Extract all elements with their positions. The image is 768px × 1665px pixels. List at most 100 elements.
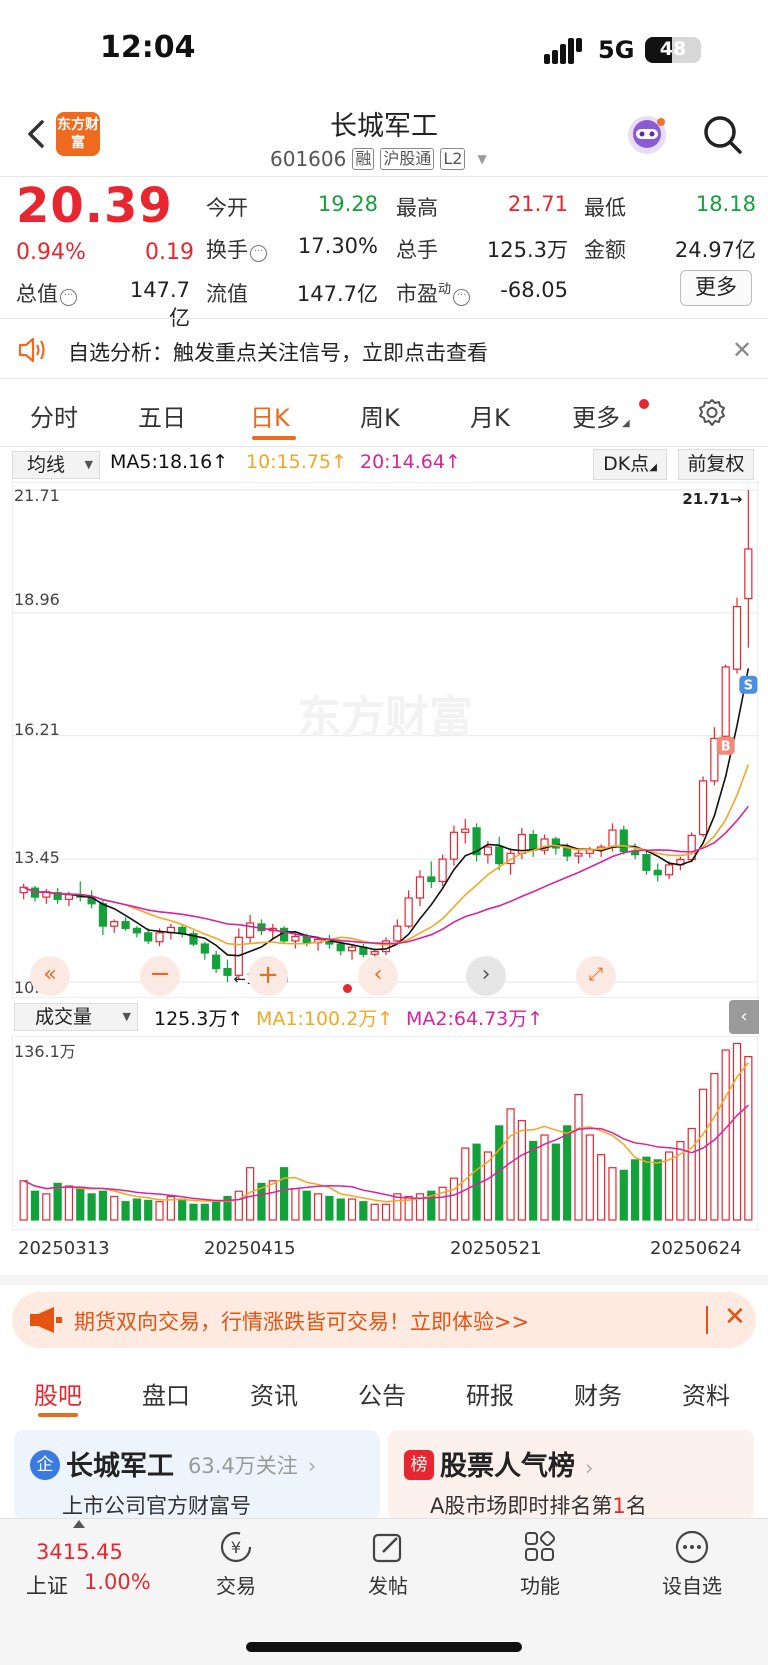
volume-bar (574, 1093, 583, 1221)
expand-arrow-icon[interactable] (73, 1520, 85, 1528)
candle-body (155, 932, 164, 943)
date-label: 20250313 (18, 1238, 110, 1259)
volume-value: 125.3万 (486, 238, 568, 262)
candle-body (393, 925, 402, 942)
index-value[interactable]: 3415.45 (36, 1540, 123, 1564)
volume-bar (381, 1203, 391, 1221)
ma-select[interactable]: 均线 ▼ (12, 451, 100, 479)
tab-daily-k[interactable]: 日K (250, 398, 290, 433)
volume-ma2: MA2:64.73万↑ (406, 1008, 544, 1030)
kline-chart[interactable]: 东方财富21.71→←10.70BS (12, 482, 758, 998)
nav-label: 交易 (216, 1574, 256, 1598)
tab-news[interactable]: 资讯 (250, 1376, 298, 1411)
float-value-label: 流值 (206, 282, 248, 306)
candle-body (653, 869, 662, 876)
notice-text[interactable]: 自选分析：触发重点关注信号，立即点击查看 (68, 337, 488, 367)
more-button[interactable]: 更多 (680, 270, 752, 306)
volume-bar (200, 1203, 209, 1221)
ma20-value: 20:14.64↑ (360, 451, 461, 473)
popularity-card[interactable]: 榜 股票人气榜 › A股市场即时排名第1名 (388, 1430, 754, 1520)
tab-announcements[interactable]: 公告 (358, 1376, 406, 1411)
card-desc: A股市场即时排名第1名 (430, 1494, 647, 1518)
pe-value: -68.05 (500, 278, 568, 302)
tab-five-day[interactable]: 五日 (138, 398, 186, 433)
volume-bar (551, 1143, 560, 1221)
stock-code-row[interactable]: 601606 融 沪股通 L2 ▼ (270, 145, 487, 173)
tab-financials[interactable]: 财务 (574, 1376, 622, 1411)
pe-label[interactable]: 市盈动 ··· (396, 278, 471, 308)
close-icon[interactable]: ✕ (724, 1302, 746, 1332)
volume-bar (744, 1056, 753, 1221)
candle-body (64, 894, 74, 900)
adjust-button[interactable]: 前复权 (678, 449, 754, 480)
amount-label: 金额 (584, 238, 626, 262)
candle-body (336, 943, 345, 952)
float-value: 147.7亿 (296, 282, 378, 306)
date-label: 20250415 (204, 1238, 296, 1259)
y-tick-label: 13.45 (14, 848, 60, 867)
volume-bar (279, 1167, 289, 1221)
tab-monthly-k[interactable]: 月K (470, 398, 510, 433)
candle-body (427, 876, 436, 883)
candle-body (132, 927, 142, 934)
turnover-label[interactable]: 换手 ··· (206, 234, 267, 264)
nav-add-watchlist[interactable]: 设自选 (652, 1528, 732, 1599)
gear-icon[interactable] (696, 397, 728, 429)
candle-body (98, 903, 108, 927)
tab-forum[interactable]: 股吧 (34, 1376, 82, 1411)
collapse-panel-button[interactable]: ‹ (729, 1000, 759, 1034)
search-icon[interactable] (700, 112, 746, 158)
promo-text: 期货双向交易，行情涨跌皆可交易！立即体验>> (74, 1310, 530, 1334)
next-button[interactable]: › (466, 956, 506, 996)
zoom-out-button[interactable]: − (140, 956, 180, 996)
tab-order-book[interactable]: 盘口 (142, 1376, 190, 1411)
tab-research[interactable]: 研报 (466, 1376, 514, 1411)
candle-body (404, 897, 413, 927)
candle-body (732, 606, 742, 670)
candle-body (246, 922, 255, 938)
prev-button[interactable]: ‹ (358, 956, 398, 996)
tab-more[interactable]: 更多 ◢ (572, 398, 630, 433)
nav-trade[interactable]: ¥ 交易 (196, 1528, 276, 1599)
tab-underline (252, 436, 296, 440)
volume-bar (336, 1198, 345, 1221)
info-icon: ··· (453, 289, 471, 306)
rewind-button[interactable]: « (30, 956, 70, 996)
nav-functions[interactable]: 功能 (500, 1528, 580, 1599)
change-percent: 0.94% (16, 240, 86, 265)
volume-bar (212, 1201, 221, 1221)
market-value-label[interactable]: 总值 ··· (16, 278, 77, 308)
notification-dot (639, 399, 649, 409)
dk-point-button[interactable]: DK点◢ (593, 449, 667, 480)
index-name[interactable]: 上证 (26, 1570, 68, 1600)
tab-profile[interactable]: 资料 (682, 1376, 730, 1411)
volume-bar (234, 1190, 243, 1221)
nav-post[interactable]: 发帖 (348, 1528, 428, 1599)
tab-weekly-k[interactable]: 周K (360, 398, 400, 433)
volume-select[interactable]: 成交量 ▼ (14, 1003, 138, 1031)
volume-bar (110, 1195, 119, 1221)
sell-marker-label: S (744, 679, 753, 694)
volume-bar (189, 1203, 198, 1221)
close-icon[interactable]: ✕ (732, 336, 752, 364)
candle-body (608, 829, 617, 848)
divider (706, 1306, 708, 1334)
company-account-card[interactable]: 企 长城军工 63.4万关注 › 上市公司官方财富号 (14, 1430, 380, 1520)
tab-intraday[interactable]: 分时 (30, 398, 78, 433)
more-dots-icon (675, 1530, 709, 1564)
fullscreen-icon[interactable]: ⤢ (576, 956, 616, 996)
info-icon: ··· (60, 289, 77, 306)
zoom-in-button[interactable]: + (248, 956, 288, 996)
volume-bar (98, 1190, 108, 1221)
index-change[interactable]: 1.00% (84, 1570, 151, 1594)
volume-bar (597, 1154, 606, 1221)
speaker-icon (18, 337, 45, 363)
volume-bar (630, 1159, 640, 1221)
candle-body (291, 935, 300, 942)
volume-chart (12, 1036, 758, 1230)
grid-icon (525, 1530, 556, 1561)
nav-label: 发帖 (368, 1574, 408, 1598)
candle-body (483, 846, 493, 856)
robot-assistant-icon[interactable] (624, 112, 670, 158)
promo-banner[interactable]: 期货双向交易，行情涨跌皆可交易！立即体验>> ✕ (12, 1292, 756, 1348)
